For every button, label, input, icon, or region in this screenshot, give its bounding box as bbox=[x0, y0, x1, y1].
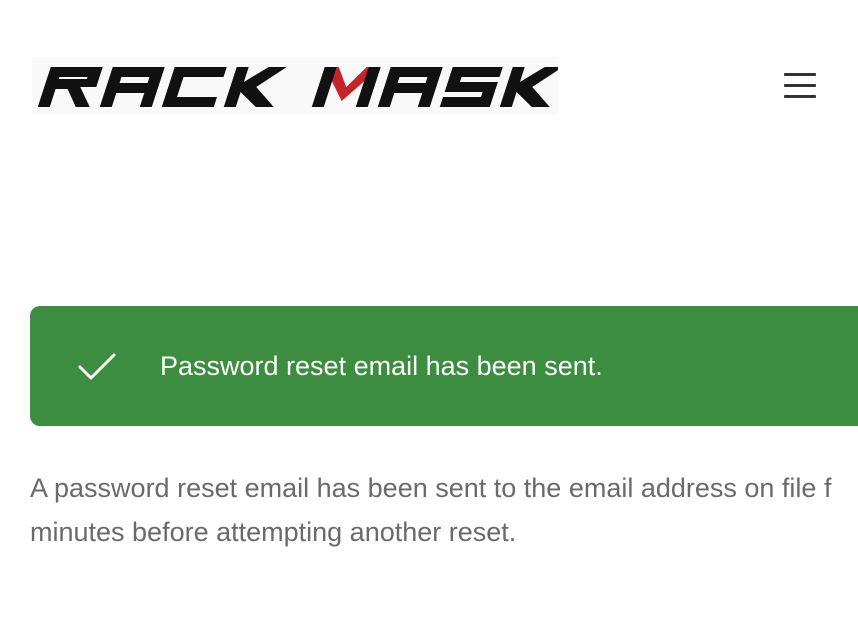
menu-bar bbox=[784, 95, 816, 98]
reset-description: A password reset email has been sent to … bbox=[30, 466, 858, 554]
page: Password reset email has been sent. A pa… bbox=[0, 0, 858, 622]
menu-bar bbox=[784, 84, 816, 87]
logo-wordmark bbox=[37, 67, 558, 107]
description-line: minutes before attempting another reset. bbox=[30, 517, 517, 547]
description-line: A password reset email has been sent to … bbox=[30, 473, 832, 503]
menu-bar bbox=[784, 73, 816, 76]
checkmark-icon bbox=[78, 353, 116, 380]
site-logo[interactable] bbox=[32, 57, 558, 115]
site-header bbox=[0, 0, 858, 140]
notice-message: Password reset email has been sent. bbox=[160, 351, 603, 381]
hamburger-menu-icon[interactable] bbox=[782, 70, 818, 102]
